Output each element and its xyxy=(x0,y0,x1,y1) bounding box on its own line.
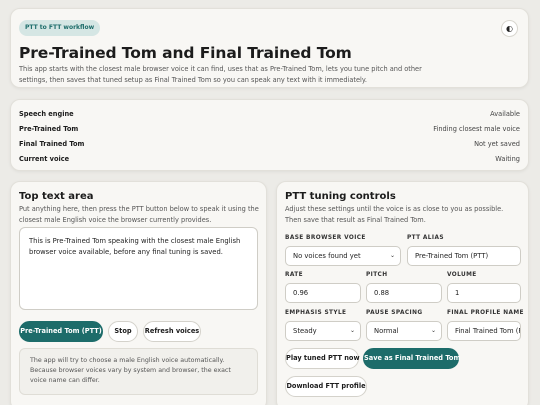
alias-label: PTT ALIAS xyxy=(407,235,444,241)
rate-input[interactable]: 0.96 xyxy=(285,283,361,303)
speech-text-input[interactable]: This is Pre-Trained Tom speaking with th… xyxy=(19,227,258,310)
workflow-badge: PTT to FTT workflow xyxy=(19,20,101,36)
alias-input[interactable]: Pre-Trained Tom (PTT) xyxy=(407,246,521,266)
base-voice-label: BASE BROWSER VOICE xyxy=(285,235,366,241)
status-row-final-trained-tom: Final Trained Tom Not yet saved xyxy=(19,139,520,149)
emphasis-select[interactable]: Steady ⌄ xyxy=(285,321,361,341)
profile-name-label: FINAL PROFILE NAME xyxy=(447,310,524,316)
refresh-voices-button[interactable]: Refresh voices xyxy=(143,321,201,342)
profile-name-input[interactable]: Final Trained Tom (FTT) xyxy=(447,321,521,341)
pitch-input[interactable]: 0.88 xyxy=(366,283,442,303)
status-label: Pre-Trained Tom xyxy=(19,125,79,133)
chevron-down-icon: ⌄ xyxy=(389,252,395,259)
status-card: Speech engine Available Pre-Trained Tom … xyxy=(10,99,529,171)
tuning-card: PTT tuning controls Adjust these setting… xyxy=(276,181,529,405)
stop-button[interactable]: Stop xyxy=(108,321,138,342)
save-ftt-button[interactable]: Save as Final Trained Tom xyxy=(363,348,460,369)
status-row-pre-trained-tom: Pre-Trained Tom Finding closest male voi… xyxy=(19,124,520,134)
pause-select[interactable]: Normal ⌄ xyxy=(366,321,442,341)
base-voice-select[interactable]: No voices found yet ⌄ xyxy=(285,246,401,266)
chevron-down-icon: ⌄ xyxy=(349,327,355,334)
text-area-title: Top text area xyxy=(19,191,94,202)
contrast-icon: ◐ xyxy=(506,24,513,33)
pause-value: Normal xyxy=(374,327,399,335)
emphasis-value: Steady xyxy=(293,327,317,335)
download-profile-button[interactable]: Download FTT profile xyxy=(285,376,367,397)
status-value: Not yet saved xyxy=(474,140,520,148)
volume-label: VOLUME xyxy=(447,272,477,278)
pause-label: PAUSE SPACING xyxy=(366,310,423,316)
tuning-description: Adjust these settings until the voice is… xyxy=(285,205,504,224)
text-area-description: Put anything here, then press the PTT bu… xyxy=(19,205,259,224)
play-tuned-button[interactable]: Play tuned PTT now xyxy=(285,348,360,369)
status-value: Available xyxy=(490,110,520,118)
status-label: Speech engine xyxy=(19,110,74,118)
status-row-current-voice: Current voice Waiting xyxy=(19,154,520,164)
status-label: Final Trained Tom xyxy=(19,140,85,148)
text-area-card: Top text area Put anything here, then pr… xyxy=(10,181,267,405)
tuning-title: PTT tuning controls xyxy=(285,191,396,202)
status-label: Current voice xyxy=(19,155,70,163)
status-row-speech-engine: Speech engine Available xyxy=(19,109,520,119)
rate-label: RATE xyxy=(285,272,304,278)
page-subtitle: This app starts with the closest male br… xyxy=(19,65,422,84)
emphasis-label: EMPHASIS STYLE xyxy=(285,310,347,316)
pitch-label: PITCH xyxy=(366,272,388,278)
chevron-down-icon: ⌄ xyxy=(430,327,436,334)
speak-ptt-button[interactable]: Pre-Trained Tom (PTT) xyxy=(19,321,103,342)
volume-input[interactable]: 1 xyxy=(447,283,521,303)
status-value: Waiting xyxy=(495,155,520,163)
page-title: Pre-Trained Tom and Final Trained Tom xyxy=(19,44,352,62)
voice-info-note: The app will try to choose a male Englis… xyxy=(19,348,258,395)
status-value: Finding closest male voice xyxy=(433,125,520,133)
theme-toggle-button[interactable]: ◐ xyxy=(501,20,518,37)
base-voice-value: No voices found yet xyxy=(293,252,361,260)
header-card: PTT to FTT workflow ◐ Pre-Trained Tom an… xyxy=(10,8,529,88)
